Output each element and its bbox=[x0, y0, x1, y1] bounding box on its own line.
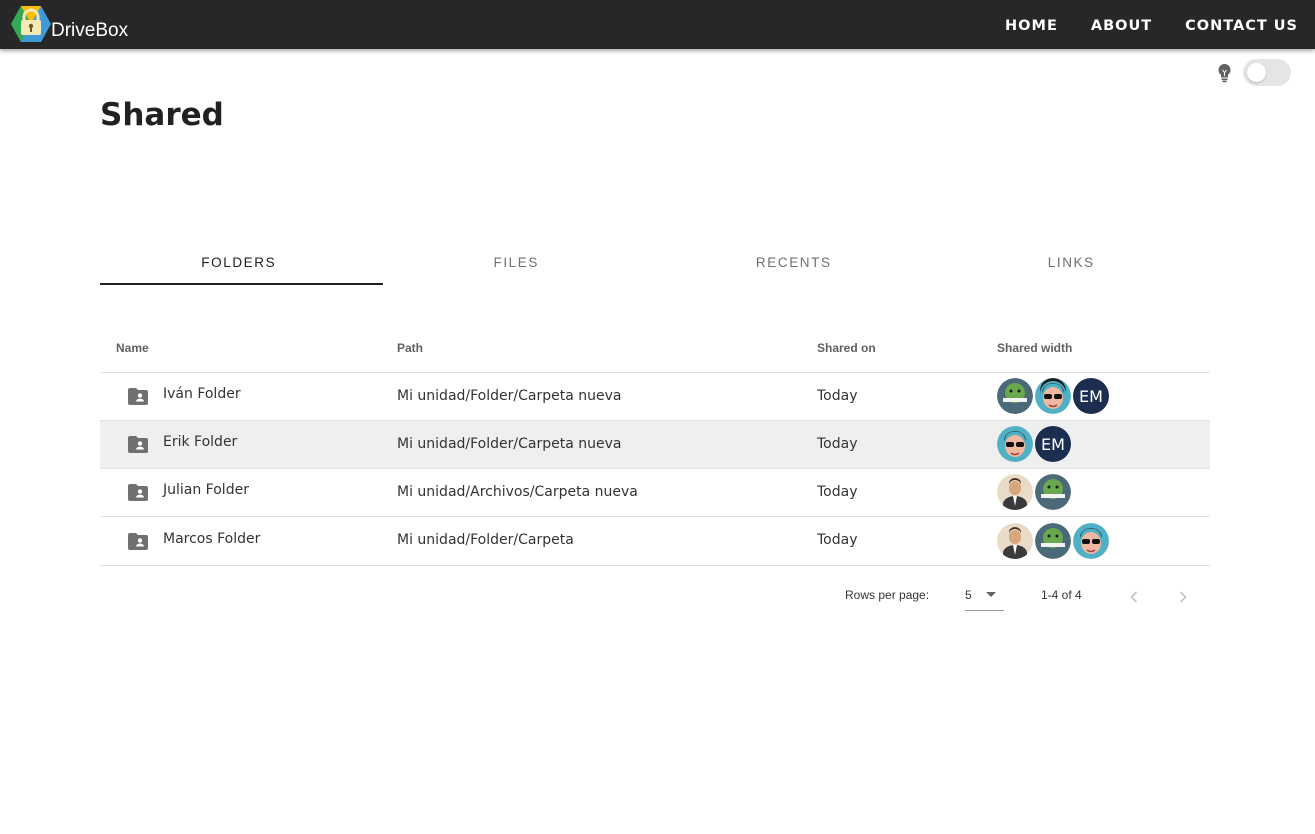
toggle-knob bbox=[1247, 63, 1266, 82]
tab-recents[interactable]: RECENTS bbox=[655, 240, 933, 285]
page-range: 1-4 of 4 bbox=[1041, 588, 1082, 602]
folder-name: Iván Folder bbox=[163, 386, 241, 402]
next-page-icon[interactable] bbox=[1173, 587, 1193, 607]
page-title: Shared bbox=[100, 97, 224, 133]
avatar-android[interactable] bbox=[1035, 523, 1071, 559]
shared-folders-table: Name Path Shared on Shared width Iván Fo… bbox=[100, 323, 1210, 566]
shared-folder-icon bbox=[128, 436, 148, 453]
folder-name: Marcos Folder bbox=[163, 531, 261, 547]
nav-home-link[interactable]: HOME bbox=[1005, 16, 1058, 36]
folder-path: Mi unidad/Archivos/Carpeta nueva bbox=[397, 484, 638, 500]
table-row[interactable]: Julian Folder Mi unidad/Archivos/Carpeta… bbox=[100, 469, 1210, 517]
table-row[interactable]: Erik Folder Mi unidad/Folder/Carpeta nue… bbox=[100, 421, 1210, 469]
avatar-man-suit[interactable] bbox=[997, 474, 1033, 510]
folder-path: Mi unidad/Folder/Carpeta nueva bbox=[397, 436, 622, 452]
rows-per-page-label: Rows per page: bbox=[845, 588, 930, 602]
column-header-shared-with[interactable]: Shared width bbox=[997, 341, 1072, 355]
rows-per-page-value: 5 bbox=[965, 588, 972, 602]
column-header-path[interactable]: Path bbox=[397, 341, 423, 355]
avatar-initials[interactable]: EM bbox=[1035, 426, 1071, 462]
avatar-sunglasses[interactable] bbox=[1035, 378, 1071, 414]
avatar-sunglasses[interactable] bbox=[1073, 523, 1109, 559]
shared-with-avatars: EM bbox=[997, 426, 1071, 462]
shared-with-avatars: EM bbox=[997, 378, 1109, 414]
folder-path: Mi unidad/Folder/Carpeta bbox=[397, 532, 574, 548]
column-header-shared-on[interactable]: Shared on bbox=[817, 341, 876, 355]
tab-folders[interactable]: FOLDERS bbox=[100, 240, 378, 285]
avatar-man-suit[interactable] bbox=[997, 523, 1033, 559]
avatar-android[interactable] bbox=[997, 378, 1033, 414]
table-header: Name Path Shared on Shared width bbox=[100, 323, 1210, 373]
brand-name: DriveBox bbox=[51, 20, 129, 41]
nav-contact-link[interactable]: CONTACT US bbox=[1185, 16, 1298, 36]
shared-folder-icon bbox=[128, 388, 148, 405]
table-row[interactable]: Marcos Folder Mi unidad/Folder/Carpeta T… bbox=[100, 517, 1210, 566]
avatar-initials[interactable]: EM bbox=[1073, 378, 1109, 414]
shared-with-avatars bbox=[997, 474, 1071, 510]
table-pagination: Rows per page: 5 1-4 of 4 bbox=[845, 582, 1210, 612]
tab-links[interactable]: LINKS bbox=[933, 240, 1211, 285]
active-tab-indicator bbox=[100, 283, 383, 285]
tab-bar: FOLDERS FILES RECENTS LINKS bbox=[100, 240, 1210, 285]
column-header-name[interactable]: Name bbox=[116, 341, 149, 355]
shared-with-avatars bbox=[997, 523, 1109, 559]
shared-folder-icon bbox=[128, 484, 148, 501]
caret-down-icon bbox=[986, 592, 996, 597]
top-nav: HOME ABOUT CONTACT US bbox=[1005, 16, 1298, 36]
folder-name: Julian Folder bbox=[163, 482, 249, 498]
shared-on: Today bbox=[817, 532, 858, 548]
shared-on: Today bbox=[817, 388, 858, 404]
table-row[interactable]: Iván Folder Mi unidad/Folder/Carpeta nue… bbox=[100, 373, 1210, 421]
shared-on: Today bbox=[817, 484, 858, 500]
tab-files[interactable]: FILES bbox=[378, 240, 656, 285]
avatar-android[interactable] bbox=[1035, 474, 1071, 510]
shared-on: Today bbox=[817, 436, 858, 452]
rows-per-page-select[interactable]: 5 bbox=[965, 582, 1004, 611]
folder-path: Mi unidad/Folder/Carpeta nueva bbox=[397, 388, 622, 404]
shared-folder-icon bbox=[128, 533, 148, 550]
folder-name: Erik Folder bbox=[163, 434, 238, 450]
drivebox-logo-icon[interactable] bbox=[10, 5, 52, 43]
theme-toggle[interactable] bbox=[1243, 59, 1291, 86]
nav-about-link[interactable]: ABOUT bbox=[1091, 16, 1152, 36]
lightbulb-icon bbox=[1218, 63, 1231, 83]
app-bar: DriveBox HOME ABOUT CONTACT US bbox=[0, 0, 1315, 49]
previous-page-icon[interactable] bbox=[1124, 587, 1144, 607]
avatar-sunglasses[interactable] bbox=[997, 426, 1033, 462]
